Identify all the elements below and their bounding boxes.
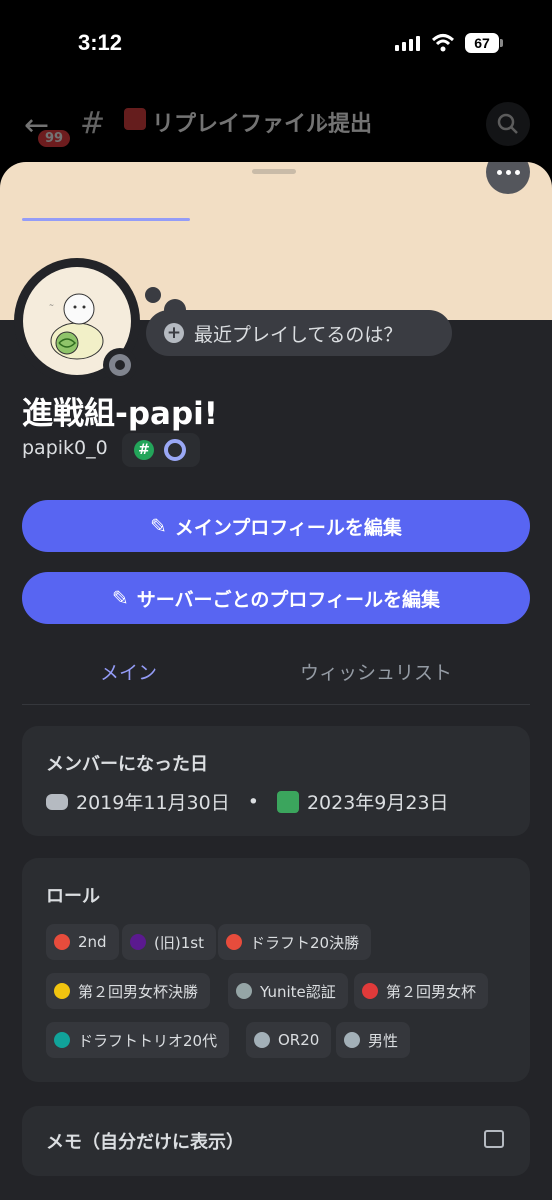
role-pill[interactable]: 男性 <box>336 1022 411 1058</box>
wifi-icon <box>431 34 455 52</box>
role-color-dot <box>54 983 70 999</box>
search-button[interactable] <box>486 102 530 146</box>
battery-icon: 67 <box>465 33 499 53</box>
channel-emoji-icon <box>124 108 146 130</box>
laurel-badge-icon[interactable] <box>164 439 186 461</box>
pencil-icon: ✎ <box>111 586 129 610</box>
role-pill[interactable]: (旧)1st <box>122 924 216 960</box>
svg-text:~: ~ <box>49 302 54 309</box>
profile-tabs: メイン ウィッシュリスト <box>22 644 530 705</box>
activity-status-bubble[interactable]: + 最近プレイしてるのは？ <box>146 310 452 356</box>
role-pill[interactable]: 2nd <box>46 924 119 960</box>
hash-lock-icon: # <box>80 106 106 141</box>
role-color-dot <box>226 934 242 950</box>
tab-active-indicator <box>22 218 190 221</box>
date-separator: • <box>247 790 259 813</box>
status-bar: 3:12 67 <box>0 0 552 90</box>
member-since-card: メンバーになった日 2019年11月30日 • 2023年9月23日 <box>22 726 530 836</box>
server-icon <box>276 790 299 813</box>
edit-main-profile-button[interactable]: ✎ メインプロフィールを編集 <box>22 500 530 552</box>
discord-icon <box>46 793 68 810</box>
edit-main-profile-label: メインプロフィールを編集 <box>174 516 402 539</box>
role-label: ドラフト20決勝 <box>250 933 360 952</box>
role-label: 第２回男女杯決勝 <box>78 982 199 1001</box>
role-pill[interactable]: ドラフトトリオ20代 <box>46 1022 230 1058</box>
display-name: 進戦組-papi! <box>22 396 218 432</box>
status-indicator-hole <box>115 360 125 370</box>
role-label: 2nd <box>78 933 107 951</box>
tab-main[interactable]: メイン <box>100 658 157 685</box>
server-join-date: 2023年9月23日 <box>306 792 449 814</box>
role-label: (旧)1st <box>154 933 204 952</box>
role-pill[interactable]: 第２回男女杯 <box>354 973 489 1009</box>
role-color-dot <box>254 1032 270 1048</box>
role-label: ドラフトトリオ20代 <box>78 1031 218 1050</box>
role-pill[interactable]: Yunite認証 <box>228 973 348 1009</box>
role-pill[interactable]: OR20 <box>246 1022 332 1058</box>
role-label: 第２回男女杯 <box>386 982 477 1001</box>
role-color-dot <box>344 1032 360 1048</box>
profile-sheet: ~ + 最近プレイしてるのは？ 進戦組-papi! papik0_0 # ✎ メ… <box>0 162 552 1200</box>
drag-handle[interactable] <box>252 169 296 174</box>
role-color-dot <box>236 983 252 999</box>
username: papik0_0 <box>22 437 108 459</box>
unread-badge: 99 <box>38 130 71 147</box>
thought-dot-small <box>145 287 161 303</box>
role-color-dot <box>130 934 146 950</box>
role-color-dot <box>54 1032 70 1048</box>
member-dates: 2019年11月30日 • 2023年9月23日 <box>46 788 449 815</box>
role-label: Yunite認証 <box>260 982 336 1001</box>
role-color-dot <box>54 934 70 950</box>
member-since-title: メンバーになった日 <box>46 754 208 775</box>
channel-header: ← 99 # リプレイファイル提出 › <box>0 92 552 162</box>
clock: 3:12 <box>78 30 123 55</box>
hash-badge-icon[interactable]: # <box>134 440 154 460</box>
badge-group[interactable]: # <box>122 433 200 467</box>
role-color-dot <box>362 983 378 999</box>
channel-name[interactable]: リプレイファイル提出 <box>152 106 372 138</box>
role-label: 男性 <box>368 1031 399 1050</box>
role-pill[interactable]: ドラフト20決勝 <box>218 924 372 960</box>
memo-card[interactable]: メモ（自分だけに表示） <box>22 1106 530 1176</box>
chevron-right-icon: › <box>318 108 327 133</box>
pencil-icon: ✎ <box>150 514 167 538</box>
roles-title: ロール <box>46 886 100 907</box>
memo-title: メモ（自分だけに表示） <box>46 1132 244 1153</box>
role-pill[interactable]: 第２回男女杯決勝 <box>46 973 211 1009</box>
roles-card: ロール 2nd (旧)1st ドラフト20決勝 第２回男女杯決勝 Yunite認… <box>22 858 530 1082</box>
search-icon <box>497 113 518 134</box>
more-icon <box>496 169 502 175</box>
signal-icon <box>395 36 420 51</box>
discord-join-date: 2019年11月30日 <box>76 792 230 814</box>
tab-wishlist[interactable]: ウィッシュリスト <box>300 658 452 685</box>
edit-server-profile-button[interactable]: ✎ サーバーごとのプロフィールを編集 <box>22 572 530 624</box>
activity-prompt: 最近プレイしてるのは？ <box>194 323 403 346</box>
plus-icon: + <box>164 323 184 343</box>
battery-tip <box>500 39 503 47</box>
role-label: OR20 <box>278 1031 320 1049</box>
edit-server-profile-label: サーバーごとのプロフィールを編集 <box>136 588 440 611</box>
memo-edit-icon[interactable] <box>484 1130 504 1148</box>
